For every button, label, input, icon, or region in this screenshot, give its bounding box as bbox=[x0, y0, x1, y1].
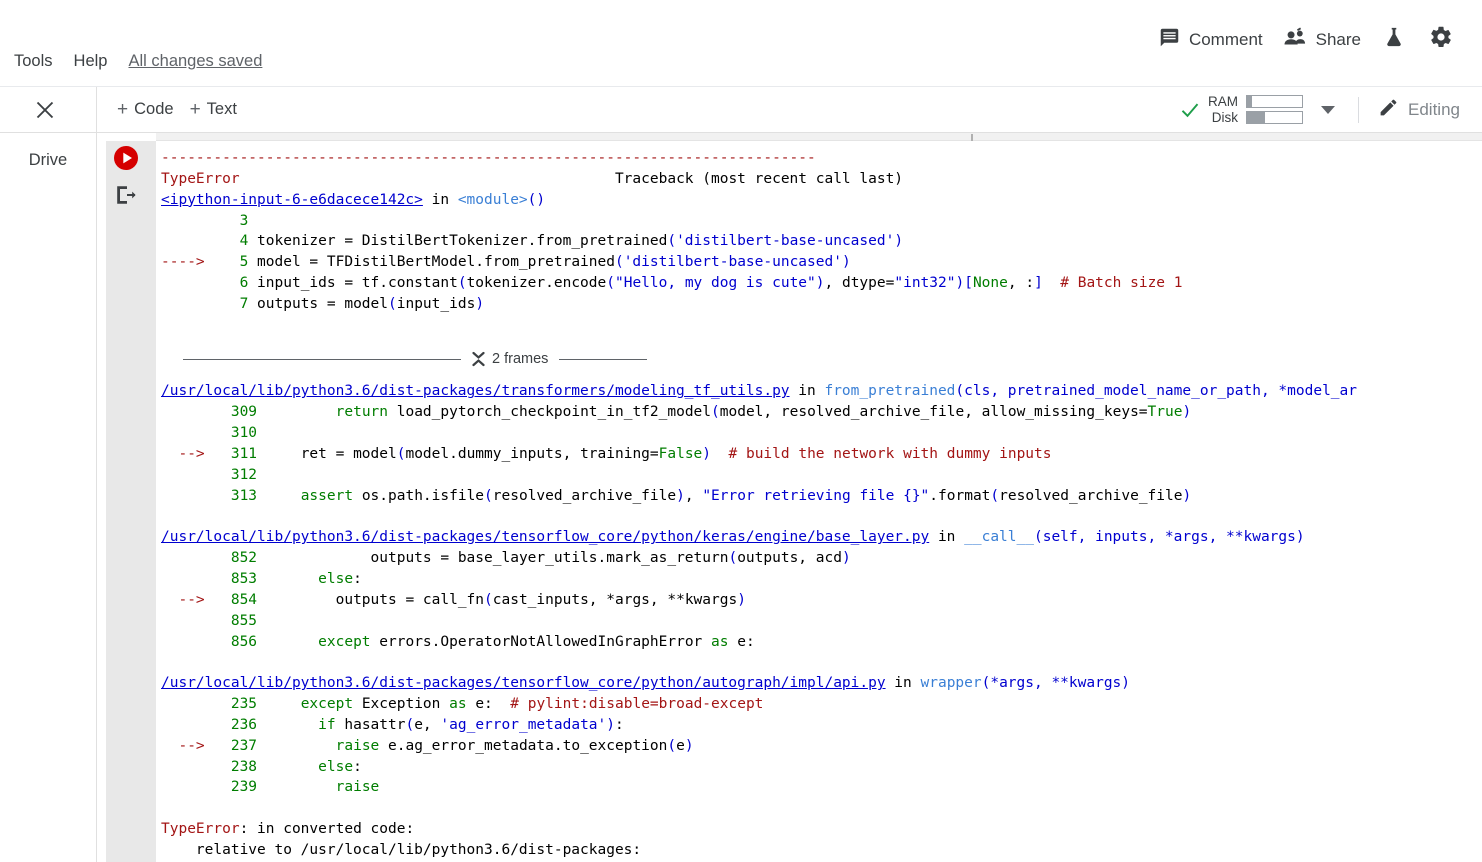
divider-line-left bbox=[183, 358, 461, 360]
toolbar-inner: + Code + Text RAM Disk Editing bbox=[96, 87, 1482, 132]
menu-bar-actions: Comment Share bbox=[1149, 21, 1465, 58]
traceback-line: ----> 5 model = TFDistilBertModel.from_p… bbox=[161, 254, 851, 271]
menu-help[interactable]: Help bbox=[74, 52, 108, 71]
notebook-area: ----------------------------------------… bbox=[96, 133, 1482, 862]
traceback-line bbox=[161, 652, 1482, 673]
people-icon bbox=[1283, 27, 1307, 53]
traceback-line: 856 except errors.OperatorNotAllowedInGr… bbox=[204, 633, 755, 650]
flask-button[interactable] bbox=[1371, 21, 1417, 58]
ram-bar bbox=[1246, 95, 1304, 108]
scrollbar-thumb[interactable] bbox=[971, 134, 973, 141]
traceback-line: 4 tokenizer = DistilBertTokenizer.from_p… bbox=[204, 233, 904, 250]
plus-icon: + bbox=[189, 99, 201, 120]
share-label: Share bbox=[1315, 29, 1361, 49]
cell-output-traceback: ----------------------------------------… bbox=[161, 141, 1482, 862]
traceback-line: 313 assert os.path.isfile(resolved_archi… bbox=[204, 487, 1192, 504]
resource-bars bbox=[1246, 95, 1304, 124]
colab-notebook-page: Tools Help All changes saved Comment Sha… bbox=[0, 0, 1482, 862]
traceback-line: 6 input_ids = tf.constant(tokenizer.enco… bbox=[204, 275, 1183, 292]
code-cell: ----------------------------------------… bbox=[97, 133, 1482, 862]
share-button[interactable]: Share bbox=[1273, 23, 1371, 57]
traceback-line: TypeError: in converted code: bbox=[161, 821, 415, 838]
resource-usage-indicator[interactable]: RAM Disk bbox=[1176, 94, 1307, 126]
traceback-line: 236 if hasattr(e, 'ag_error_metadata'): bbox=[204, 716, 624, 733]
collapsed-frames-divider[interactable]: 2 frames bbox=[161, 349, 1482, 370]
traceback-line: /usr/local/lib/python3.6/dist-packages/t… bbox=[161, 529, 1305, 546]
chevron-down-icon[interactable] bbox=[1321, 105, 1336, 114]
traceback-line: 310 bbox=[204, 425, 258, 442]
close-icon[interactable] bbox=[33, 98, 57, 122]
menu-bar-items: Tools Help All changes saved bbox=[14, 52, 262, 71]
disk-bar bbox=[1246, 111, 1304, 124]
traceback-line: 852 outputs = base_layer_utils.mark_as_r… bbox=[204, 550, 851, 567]
traceback-line bbox=[161, 315, 1482, 336]
drive-label[interactable]: Drive bbox=[3, 151, 93, 170]
run-cell-button[interactable] bbox=[113, 145, 139, 171]
traceback-line: <ipython-input-6-e6dacece142c> in <modul… bbox=[161, 191, 546, 208]
ram-label: RAM bbox=[1208, 93, 1239, 109]
comment-icon bbox=[1159, 27, 1180, 53]
toolbar-divider bbox=[1358, 96, 1360, 123]
add-code-label: Code bbox=[134, 100, 174, 118]
traceback-line: ----------------------------------------… bbox=[161, 150, 816, 166]
traceback-line: /usr/local/lib/python3.6/dist-packages/t… bbox=[161, 383, 1357, 400]
gear-icon bbox=[1429, 25, 1453, 54]
traceback-line: 239 raise bbox=[204, 779, 380, 796]
editing-label: Editing bbox=[1408, 99, 1460, 119]
output-toggle-icon[interactable] bbox=[114, 183, 138, 207]
resource-labels: RAM Disk bbox=[1208, 94, 1238, 126]
traceback-line bbox=[161, 798, 1482, 819]
editing-mode-button[interactable]: Editing bbox=[1372, 93, 1466, 127]
add-text-cell-button[interactable]: + Text bbox=[182, 96, 245, 123]
plus-icon: + bbox=[117, 99, 129, 120]
comment-label: Comment bbox=[1188, 29, 1263, 49]
collapse-chevrons-icon bbox=[472, 351, 485, 367]
toolbar-right-group: RAM Disk Editing bbox=[1176, 93, 1482, 127]
traceback-line: 235 except Exception as e: # pylint:disa… bbox=[204, 696, 764, 713]
traceback-line: --> 237 raise e.ag_error_metadata.to_exc… bbox=[161, 737, 694, 754]
add-text-label: Text bbox=[206, 100, 237, 118]
traceback-line: 855 bbox=[204, 612, 258, 629]
traceback-line: --> 854 outputs = call_fn(cast_inputs, *… bbox=[161, 591, 746, 608]
save-status-link[interactable]: All changes saved bbox=[128, 52, 262, 71]
pencil-icon bbox=[1378, 97, 1399, 123]
traceback-line: TypeError Traceback (most recent call la… bbox=[161, 170, 904, 187]
traceback-line: relative to /usr/local/lib/python3.6/dis… bbox=[161, 842, 642, 858]
traceback-line: 238 else: bbox=[204, 758, 362, 775]
left-rail: Drive bbox=[0, 133, 96, 862]
comment-button[interactable]: Comment bbox=[1149, 23, 1273, 57]
connected-check-icon bbox=[1180, 100, 1200, 120]
traceback-file-link: /usr/local/lib/python3.6/dist-packages/t… bbox=[161, 675, 886, 692]
traceback-line: 312 bbox=[204, 466, 258, 483]
frames-label-text: 2 frames bbox=[492, 350, 549, 367]
traceback-line: 309 return load_pytorch_checkpoint_in_tf… bbox=[204, 404, 1192, 421]
menu-bar: Tools Help All changes saved Comment Sha… bbox=[0, 0, 1482, 87]
menu-tools[interactable]: Tools bbox=[14, 52, 53, 71]
flask-icon bbox=[1383, 25, 1405, 54]
traceback-line: 7 outputs = model(input_ids) bbox=[204, 295, 485, 312]
cell-gutter bbox=[106, 141, 156, 862]
divider-line-right bbox=[559, 358, 648, 360]
traceback-line: 853 else: bbox=[204, 571, 362, 588]
traceback-file-link: /usr/local/lib/python3.6/dist-packages/t… bbox=[161, 383, 790, 400]
traceback-line: 3 bbox=[204, 212, 249, 229]
traceback-file-link: <ipython-input-6-e6dacece142c> bbox=[161, 191, 423, 208]
disk-label: Disk bbox=[1211, 109, 1239, 125]
traceback-line: /usr/local/lib/python3.6/dist-packages/t… bbox=[161, 675, 1131, 692]
notebook-toolbar: + Code + Text RAM Disk Editing bbox=[0, 87, 1482, 133]
frames-toggle[interactable]: 2 frames bbox=[461, 349, 559, 370]
settings-button[interactable] bbox=[1417, 21, 1465, 58]
traceback-file-link: /usr/local/lib/python3.6/dist-packages/t… bbox=[161, 529, 930, 546]
output-horizontal-scrollbar[interactable] bbox=[156, 133, 1482, 141]
traceback-line bbox=[161, 507, 1482, 528]
add-code-cell-button[interactable]: + Code bbox=[109, 96, 182, 123]
traceback-line: --> 311 ret = model(model.dummy_inputs, … bbox=[161, 445, 1052, 462]
